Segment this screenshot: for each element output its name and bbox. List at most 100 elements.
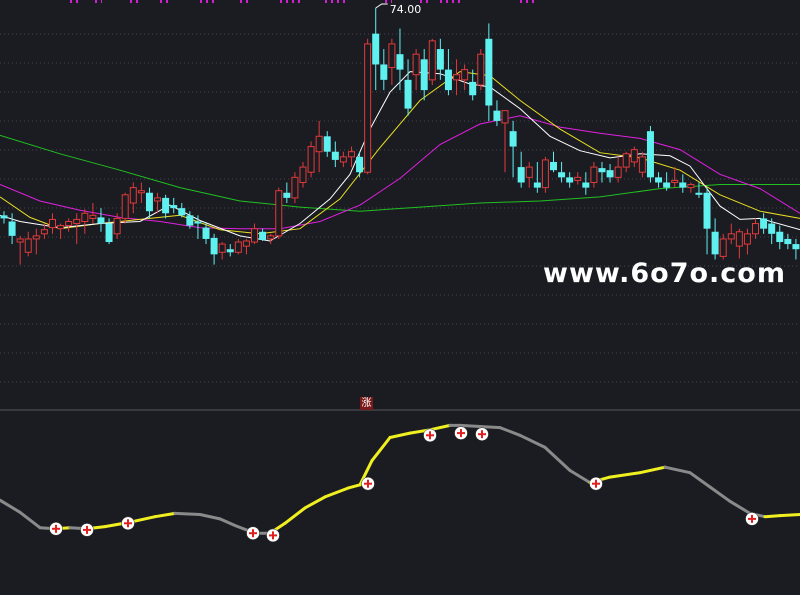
candle-down	[380, 64, 388, 80]
candle-down	[331, 151, 339, 160]
candle-down	[226, 249, 234, 253]
indicator-fall-segment	[173, 511, 202, 516]
peak-pointer	[375, 3, 388, 9]
candle-up	[137, 190, 145, 194]
watermark: www.6o7o.com	[543, 258, 786, 289]
candle-down	[663, 182, 671, 188]
candle-down	[655, 177, 663, 183]
indicator-fall-segment	[543, 445, 572, 472]
candle-down	[210, 237, 218, 255]
indicator-rise-segment	[778, 513, 800, 518]
candle-down	[493, 110, 501, 121]
candle-up	[234, 241, 242, 253]
candle-down	[784, 238, 792, 245]
candle-up	[32, 235, 40, 240]
candle-down	[170, 205, 178, 209]
candle-up	[307, 146, 315, 173]
candle-down	[646, 131, 654, 178]
candle-up	[453, 74, 461, 81]
candle-down	[533, 182, 541, 188]
candle-up	[687, 184, 695, 189]
indicator-fall-segment	[568, 469, 592, 485]
candle-down	[776, 231, 784, 243]
indicator-rise-segment	[153, 511, 177, 519]
indicator-rise-segment	[388, 431, 412, 439]
candle-up	[752, 223, 760, 235]
candle-up	[299, 166, 307, 183]
candle-up	[743, 233, 751, 245]
indicator-rise-segment	[303, 495, 327, 510]
candle-up	[267, 235, 275, 240]
candle-up	[154, 197, 162, 202]
candle-down	[194, 221, 202, 224]
candle-down	[323, 136, 331, 152]
candle-up	[525, 166, 533, 178]
candle-up	[614, 166, 622, 178]
candle-up	[461, 69, 469, 81]
candle-up	[16, 238, 24, 243]
candle-up	[428, 40, 436, 81]
candle-up	[89, 214, 97, 219]
candle-down	[145, 192, 153, 212]
indicator-rise-segment	[323, 486, 350, 499]
candle-down	[582, 182, 590, 188]
candle-down	[679, 182, 687, 188]
candle-up	[671, 179, 679, 183]
candle-down	[0, 215, 8, 219]
indicator-rise-segment	[346, 483, 362, 490]
candle-up	[48, 218, 56, 229]
candle-down	[469, 81, 477, 96]
candle-down	[97, 217, 105, 224]
candle-down	[711, 231, 719, 255]
candle-down	[760, 218, 768, 229]
candle-down	[396, 54, 404, 70]
indicator-fall-segment	[708, 485, 732, 503]
candle-down	[259, 231, 267, 240]
candle-up	[40, 229, 48, 235]
candle-down	[105, 223, 113, 243]
ma20-line	[0, 115, 800, 230]
candle-down	[566, 177, 574, 183]
candle-up	[121, 194, 129, 219]
candle-down	[695, 192, 703, 195]
candle-down	[420, 59, 428, 91]
candle-down	[598, 168, 606, 173]
candle-down	[792, 244, 800, 250]
indicator-rise-segment	[763, 514, 782, 519]
candle-up	[81, 212, 89, 222]
indicator-fall-segment	[688, 471, 712, 489]
peak-label: 74.00	[390, 3, 422, 16]
indicator-fall-segment	[0, 498, 22, 514]
ma60-line	[0, 134, 800, 212]
candle-up	[412, 53, 420, 76]
candle-up	[57, 225, 65, 230]
candle-up	[735, 231, 743, 247]
candle-up	[339, 156, 347, 163]
candle-down	[372, 33, 380, 65]
chart-canvas: 74.00	[0, 0, 800, 543]
candle-up	[218, 243, 226, 253]
indicator-fall-segment	[18, 510, 42, 530]
candle-down	[606, 170, 614, 178]
candle-down	[436, 49, 444, 70]
indicator-rise-segment	[638, 465, 667, 475]
candle-up	[275, 190, 283, 237]
rise-badge: 涨	[360, 397, 373, 410]
candle-down	[283, 192, 291, 198]
indicator-fall-segment	[518, 433, 547, 449]
indicator-fall-segment	[498, 426, 522, 437]
indicator-fall-segment	[728, 499, 752, 515]
candle-up	[73, 218, 81, 225]
candle-down	[8, 221, 16, 236]
candle-up	[574, 176, 582, 181]
candle-down	[202, 227, 210, 239]
candle-down	[356, 156, 364, 173]
candle-up	[388, 43, 396, 69]
candle-down	[404, 79, 412, 109]
indicator-rise-segment	[608, 471, 642, 479]
candle-up	[113, 217, 121, 235]
candle-down	[178, 208, 186, 216]
candle-up	[719, 238, 727, 257]
candle-up	[24, 238, 32, 253]
candle-up	[630, 149, 638, 163]
